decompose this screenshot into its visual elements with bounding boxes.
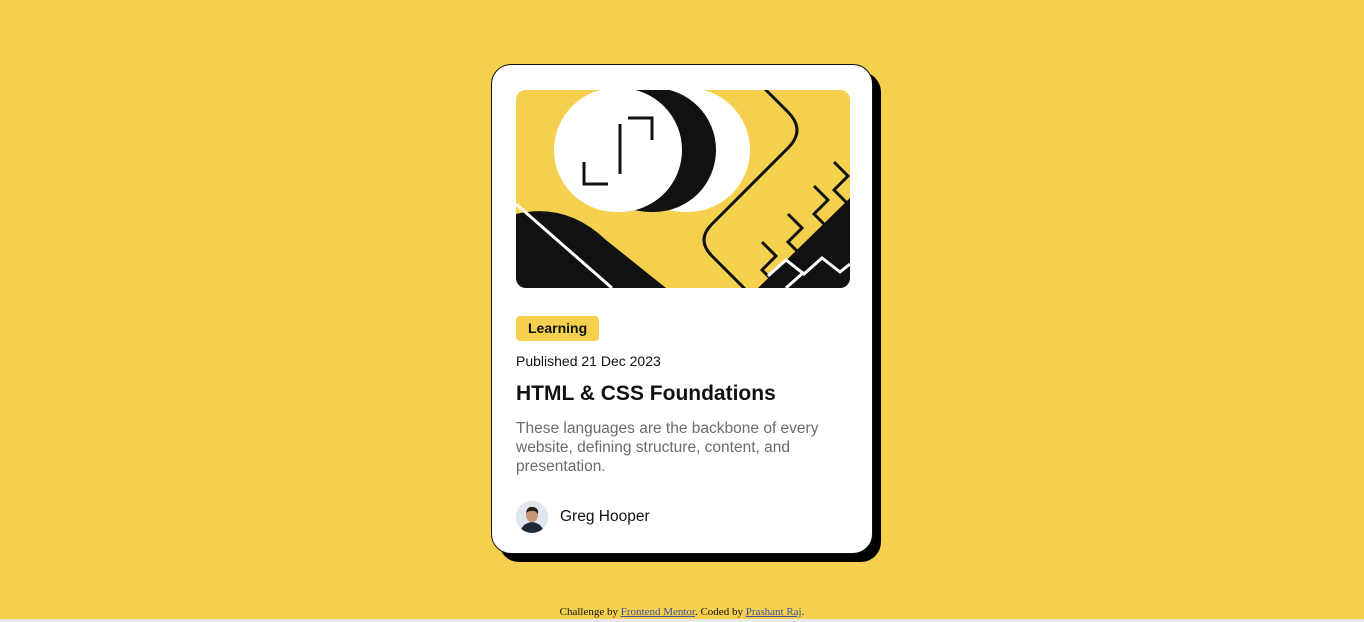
illustration-article-icon	[516, 90, 850, 288]
avatar-icon	[516, 501, 548, 533]
blog-preview-card: Learning Published 21 Dec 2023 HTML & CS…	[491, 64, 873, 554]
card-title[interactable]: HTML & CSS Foundations	[516, 382, 776, 406]
published-date: Published 21 Dec 2023	[516, 353, 661, 369]
author: Greg Hooper	[516, 501, 650, 533]
author-profile-link[interactable]: Prashant Raj	[746, 606, 802, 618]
attribution: Challenge by Frontend Mentor. Coded by P…	[0, 606, 1364, 618]
hero-illustration	[516, 90, 850, 288]
attribution-suffix: .	[801, 606, 805, 618]
attribution-middle: . Coded by	[694, 606, 743, 618]
attribution-prefix: Challenge by	[559, 606, 618, 618]
avatar-portrait-icon	[516, 501, 548, 533]
author-name: Greg Hooper	[560, 508, 650, 525]
category-tag: Learning	[516, 316, 600, 341]
frontend-mentor-link[interactable]: Frontend Mentor	[621, 606, 695, 618]
card-description: These languages are the backbone of ever…	[516, 420, 819, 475]
